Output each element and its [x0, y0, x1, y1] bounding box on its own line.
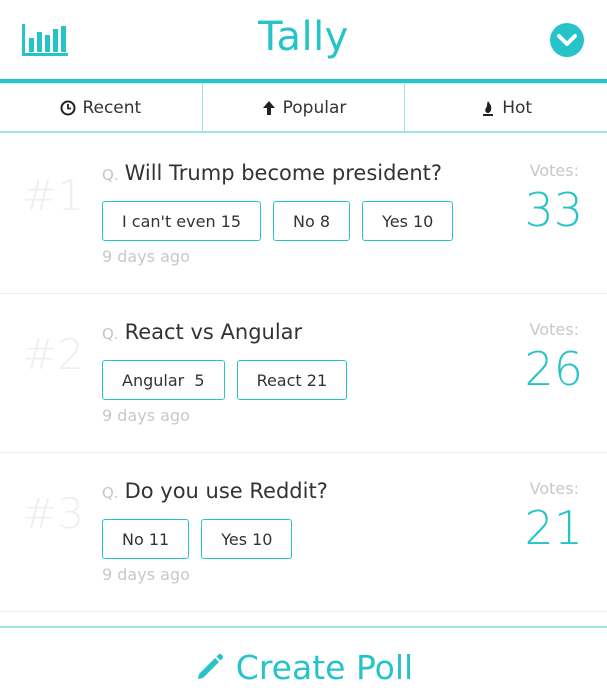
poll-timestamp: 9 days ago: [102, 406, 190, 425]
option-button[interactable]: Yes 10: [201, 519, 293, 559]
app-title: Tally: [258, 14, 349, 60]
question-prefix: Q.: [102, 484, 119, 502]
poll-list: #1 Q. Will Trump become president? I can…: [0, 135, 607, 612]
question-prefix: Q.: [102, 166, 119, 184]
option-button[interactable]: No 11: [102, 519, 190, 559]
poll-item[interactable]: #3 Q. Do you use Reddit? No 11 Yes 10 9 …: [0, 453, 607, 612]
app-header: Tally: [0, 0, 607, 84]
votes-label: Votes:: [529, 161, 579, 180]
poll-question[interactable]: Do you use Reddit?: [125, 479, 328, 503]
tab-recent[interactable]: Recent: [0, 84, 203, 131]
poll-rank: #2: [22, 330, 84, 379]
question-prefix: Q.: [102, 325, 119, 343]
create-poll-button[interactable]: Create Poll: [0, 642, 607, 692]
tab-label: Recent: [82, 97, 142, 118]
votes-label: Votes:: [529, 479, 579, 498]
create-poll-label: Create Poll: [235, 647, 414, 687]
tab-hot[interactable]: Hot: [405, 84, 607, 131]
poll-options: Angular 5 React 21: [102, 360, 348, 400]
sort-tabs: Recent Popular Hot: [0, 84, 607, 133]
poll-rank: #1: [22, 171, 84, 220]
option-button[interactable]: I can't even 15: [102, 201, 262, 241]
votes-count: 21: [524, 501, 583, 555]
question-row: Q. Do you use Reddit?: [102, 479, 328, 503]
flame-icon: [480, 100, 496, 116]
tab-popular[interactable]: Popular: [203, 84, 406, 131]
poll-options: I can't even 15 No 8 Yes 10: [102, 201, 454, 241]
poll-options: No 11 Yes 10: [102, 519, 293, 559]
tally-app: Tally Recent Popular Hot #1 Q. Will Trum…: [0, 0, 607, 700]
question-row: Q. Will Trump become president?: [102, 161, 442, 185]
poll-question[interactable]: Will Trump become president?: [125, 161, 442, 185]
tab-label: Hot: [502, 97, 533, 118]
clock-icon: [60, 100, 76, 116]
option-button[interactable]: Angular 5: [102, 360, 225, 400]
option-button[interactable]: No 8: [273, 201, 351, 241]
poll-rank: #3: [22, 489, 84, 538]
question-row: Q. React vs Angular: [102, 320, 302, 344]
poll-item[interactable]: #1 Q. Will Trump become president? I can…: [0, 135, 607, 294]
votes-count: 33: [524, 183, 583, 237]
votes-count: 26: [524, 342, 583, 396]
option-button[interactable]: Yes 10: [362, 201, 454, 241]
arrow-up-icon: [261, 100, 277, 116]
pencil-icon: [194, 651, 226, 683]
footer-divider: [0, 626, 607, 628]
poll-timestamp: 9 days ago: [102, 565, 190, 584]
poll-timestamp: 9 days ago: [102, 247, 190, 266]
poll-question[interactable]: React vs Angular: [125, 320, 303, 344]
poll-item[interactable]: #2 Q. React vs Angular Angular 5 React 2…: [0, 294, 607, 453]
votes-label: Votes:: [529, 320, 579, 339]
tab-label: Popular: [282, 97, 347, 118]
chevron-down-circle-icon[interactable]: [549, 22, 585, 58]
header-divider: [0, 79, 607, 84]
option-button[interactable]: React 21: [236, 360, 348, 400]
